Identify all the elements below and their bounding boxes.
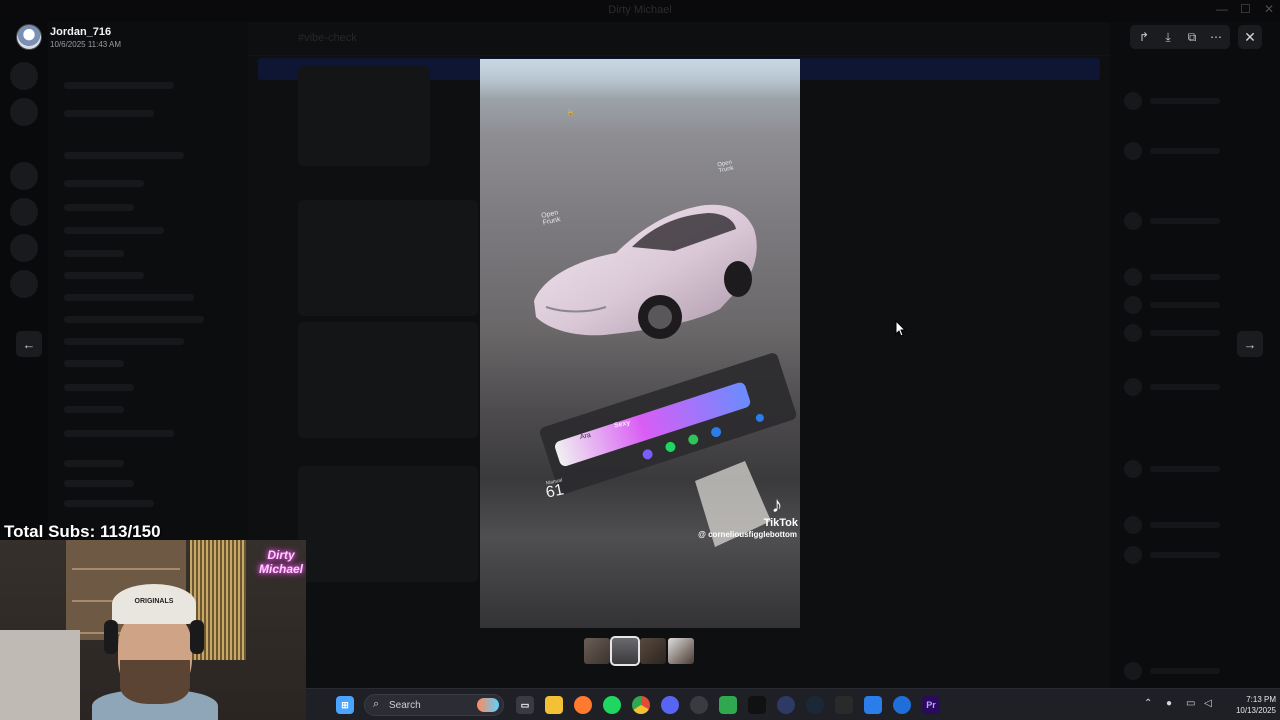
viewer-action-bar: ↱ ⤓ ⧉ ⋯ <box>1130 25 1230 49</box>
more-icon[interactable]: ⋯ <box>1204 25 1228 49</box>
taskbar-clock[interactable]: 7:13 PM 10/13/2025 <box>1226 694 1276 716</box>
media-thumbnail-selected[interactable] <box>610 636 640 666</box>
previous-media-button[interactable]: ← <box>16 331 42 357</box>
start-icon[interactable]: ⊞ <box>336 696 354 714</box>
tiktok-logo-icon: ♪ <box>771 492 783 517</box>
headset-right <box>190 620 204 654</box>
download-icon[interactable]: ⤓ <box>1156 25 1180 49</box>
server-icon[interactable] <box>10 234 38 262</box>
xbox-icon[interactable] <box>719 696 737 714</box>
close-viewer-button[interactable]: ✕ <box>1238 25 1262 49</box>
obs-icon[interactable] <box>690 696 708 714</box>
watermark-handle: @ corneliousfigglebottom <box>698 530 797 539</box>
search-icon: ⌕ <box>373 698 380 710</box>
watermark-brand: TikTok <box>763 517 798 529</box>
maximize-icon[interactable]: ☐ <box>1240 2 1251 16</box>
server-icon[interactable] <box>10 62 38 90</box>
server-icon[interactable] <box>10 162 38 190</box>
microphone-icon[interactable]: ● <box>1166 698 1172 709</box>
epic-games-icon[interactable] <box>835 696 853 714</box>
open-external-icon[interactable]: ⧉ <box>1180 25 1204 49</box>
clock-date: 10/13/2025 <box>1235 706 1276 715</box>
minimize-icon[interactable]: — <box>1216 2 1228 16</box>
server-icon[interactable] <box>10 98 38 126</box>
spotify-icon[interactable] <box>603 696 621 714</box>
tray-overflow-icon[interactable]: ⌃ <box>1144 698 1152 709</box>
cap-text: ORIGINALS <box>134 598 174 605</box>
server-icon[interactable] <box>10 198 38 226</box>
message-attachment[interactable] <box>298 66 430 166</box>
app-icon[interactable] <box>777 696 795 714</box>
chrome-icon[interactable] <box>632 696 650 714</box>
server-icon[interactable] <box>10 270 38 298</box>
neon-sign: Dirty Michael <box>258 548 303 576</box>
file-explorer-icon[interactable] <box>545 696 563 714</box>
vpn-icon[interactable] <box>893 696 911 714</box>
subscriber-goal-label: Total Subs: 113/150 <box>4 522 161 541</box>
video-sky <box>480 59 800 99</box>
upload-timestamp: 10/6/2025 11:43 AM <box>50 40 122 49</box>
background-app-title: Dirty Michael <box>608 4 672 16</box>
discord-icon[interactable] <box>661 696 679 714</box>
volume-icon[interactable]: ◁ <box>1204 698 1212 709</box>
steam-icon[interactable] <box>806 696 824 714</box>
message-attachment[interactable] <box>298 466 478 582</box>
car-illustration <box>534 204 757 339</box>
next-media-button[interactable]: → <box>1237 331 1263 357</box>
task-view-icon[interactable]: ▭ <box>516 696 534 714</box>
headset-left <box>104 620 118 654</box>
message-attachment[interactable] <box>298 200 478 316</box>
window-close-icon[interactable]: ✕ <box>1264 2 1274 16</box>
search-label: Search <box>389 700 421 711</box>
premiere-icon[interactable]: Pr <box>922 696 940 714</box>
taskbar: ⊞ ⌕ Search ▭ Pr ⌃ ● ▭ ◁ 7:13 PM 10/13/20… <box>306 688 1280 720</box>
streamer-webcam: Dirty Michael ORIGINALS <box>0 540 306 720</box>
media-video[interactable]: 🔒 Open Frunk Open Trunk Sexy Ara Manual … <box>480 59 800 628</box>
media-thumbnail[interactable] <box>640 638 666 664</box>
capcut-icon[interactable] <box>748 696 766 714</box>
media-thumbnail[interactable] <box>584 638 610 664</box>
background-titlebar: Dirty Michael — ☐ ✕ <box>0 0 1280 22</box>
speed-readout: 61 <box>544 481 566 502</box>
clock-time: 7:13 PM <box>1246 695 1276 704</box>
media-thumbnail[interactable] <box>668 638 694 664</box>
avatar[interactable] <box>16 24 42 50</box>
firefox-icon[interactable] <box>574 696 592 714</box>
desk <box>0 630 80 720</box>
channel-name: #vibe-check <box>298 32 357 44</box>
trunk-label: Open Trunk <box>716 159 735 175</box>
streamer-beard <box>120 660 190 704</box>
lock-icon: 🔒 <box>565 109 576 118</box>
message-attachment[interactable] <box>298 322 478 438</box>
uploader-name[interactable]: Jordan_716 <box>50 26 111 38</box>
mouse-cursor-icon <box>895 320 907 337</box>
search-highlight-icon <box>477 698 499 712</box>
display-icon[interactable]: ▭ <box>1186 698 1195 709</box>
media-player-icon[interactable] <box>864 696 882 714</box>
taskbar-search[interactable]: ⌕ Search <box>364 694 504 716</box>
forward-icon[interactable]: ↱ <box>1132 25 1156 49</box>
chat-header: #vibe-check <box>248 22 1110 56</box>
